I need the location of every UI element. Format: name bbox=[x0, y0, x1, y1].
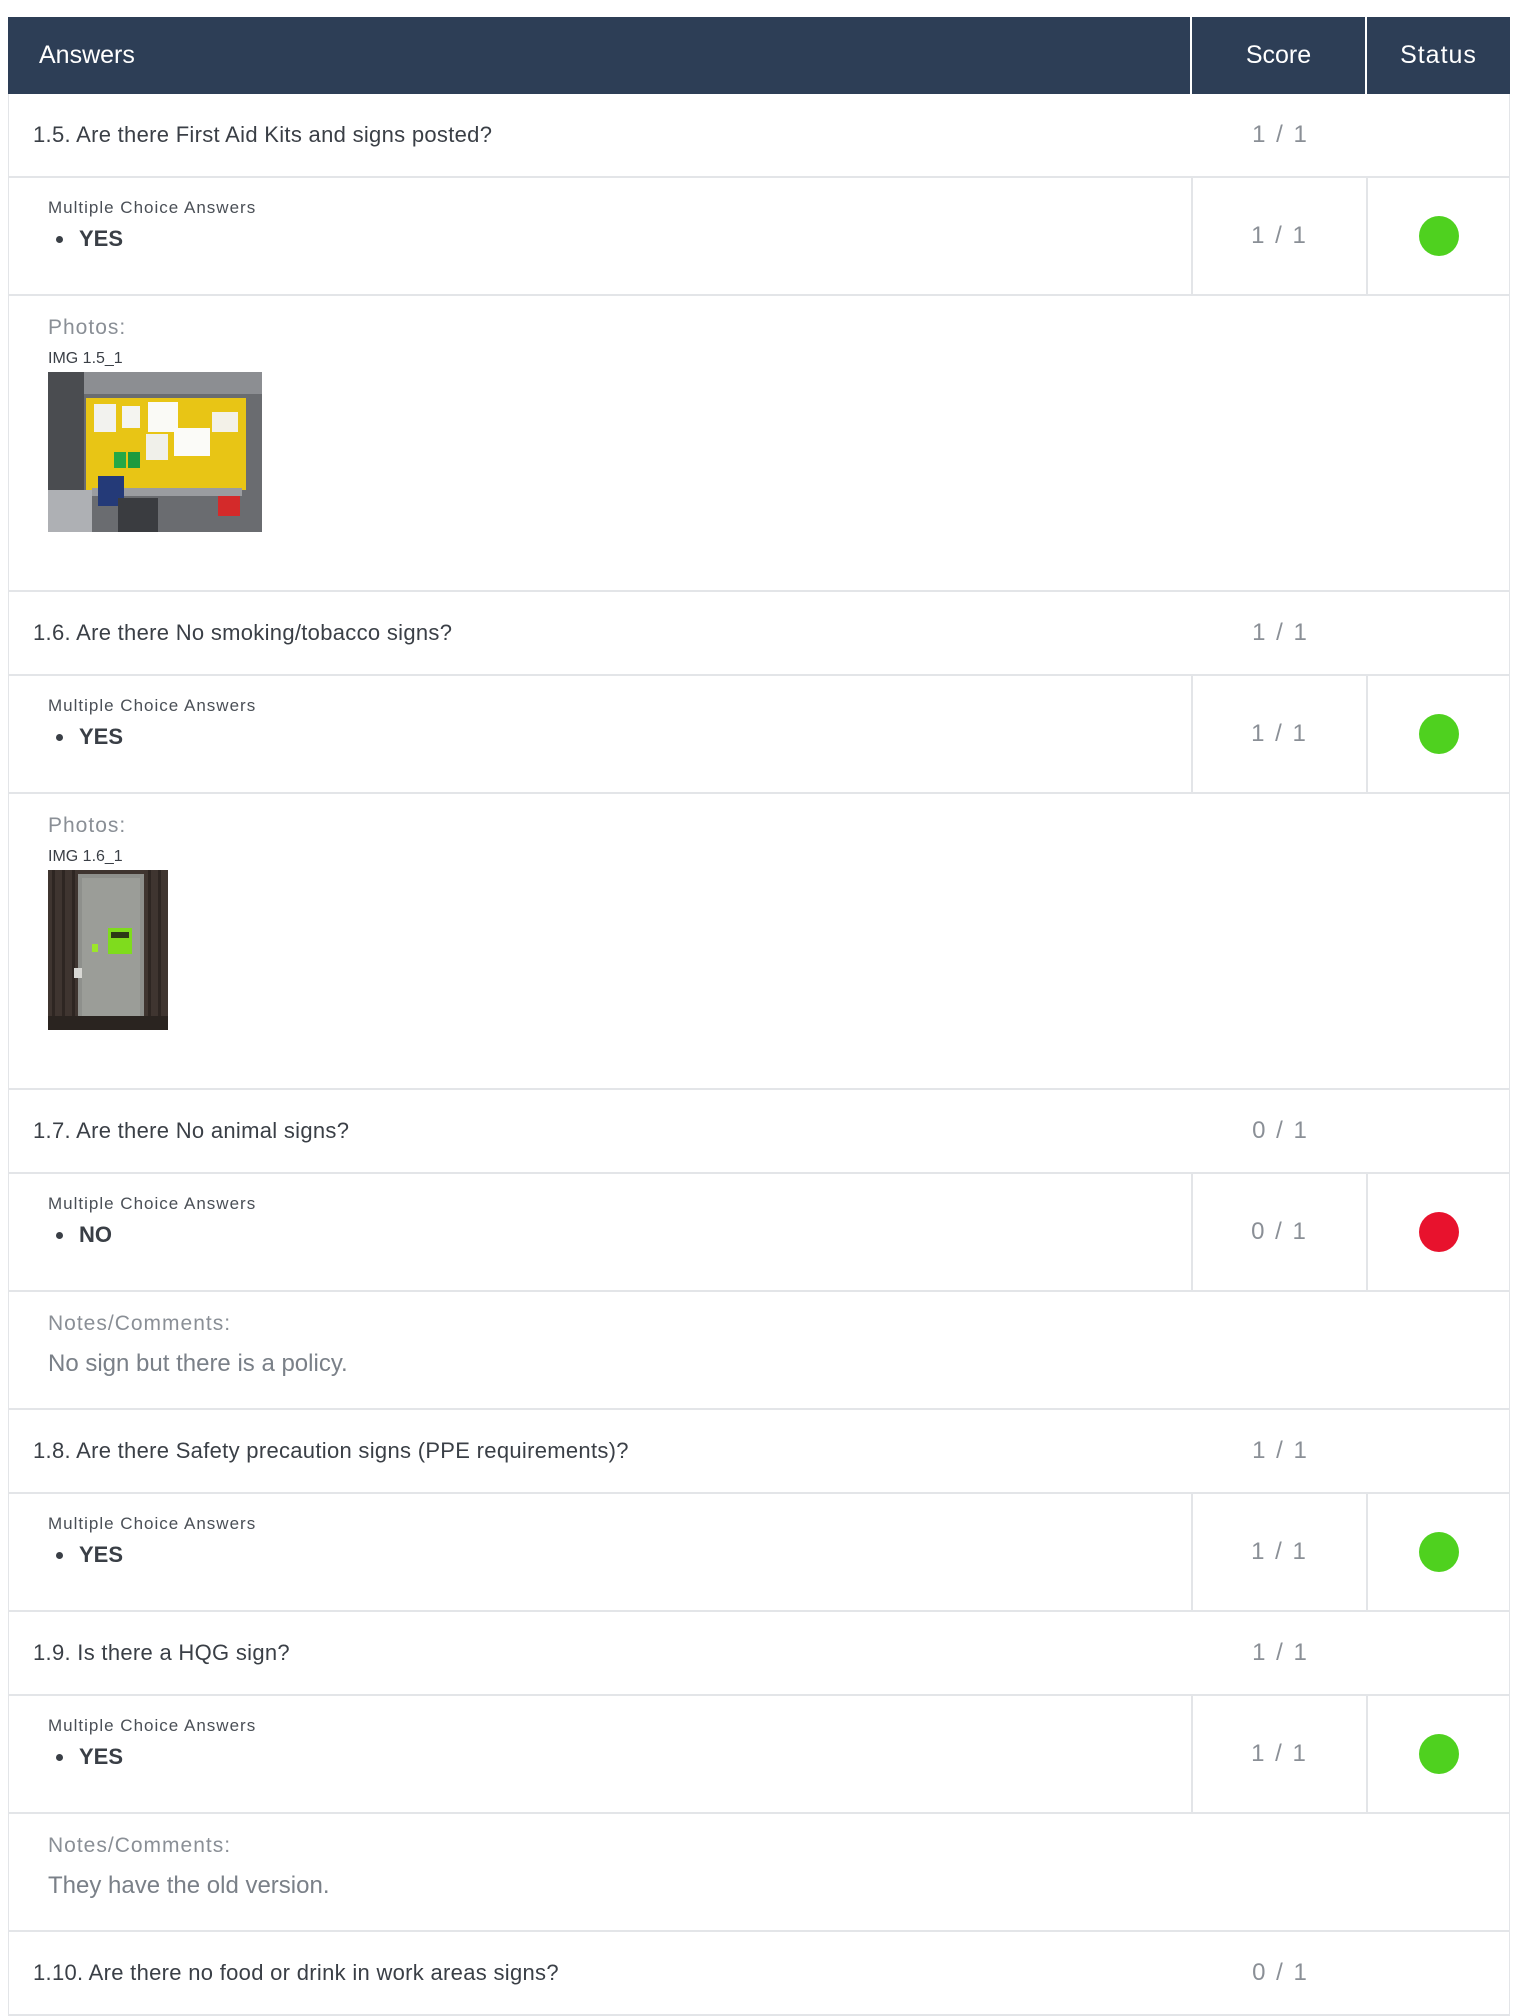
first-aid-board-photo[interactable] bbox=[48, 372, 262, 532]
answer-cell: Multiple Choice Answers YES bbox=[9, 1494, 1193, 1610]
question-score: 1 / 1 bbox=[1252, 1639, 1309, 1666]
question-row: 1.9. Is there a HQG sign? 1 / 1 bbox=[8, 1612, 1510, 1696]
question-score: 1 / 1 bbox=[1252, 121, 1309, 148]
question-row: 1.6. Are there No smoking/tobacco signs?… bbox=[8, 592, 1510, 676]
status-pass-icon bbox=[1418, 714, 1459, 754]
question-row: 1.10. Are there no food or drink in work… bbox=[8, 1932, 1510, 2016]
answer-value: YES bbox=[79, 1542, 124, 1567]
question-status-cell bbox=[1368, 1612, 1509, 1694]
status-column-header: Status bbox=[1400, 41, 1477, 69]
question-score: 1 / 1 bbox=[1252, 619, 1309, 646]
answer-row: Multiple Choice Answers YES 1 / 1 bbox=[8, 1494, 1510, 1612]
multiple-choice-label: Multiple Choice Answers bbox=[48, 1194, 257, 1213]
multiple-choice-label: Multiple Choice Answers bbox=[48, 198, 257, 217]
notes-section: Notes/Comments: They have the old versio… bbox=[8, 1814, 1510, 1932]
photos-label: Photos: bbox=[48, 814, 127, 837]
answer-status-cell bbox=[1368, 1494, 1509, 1610]
status-pass-icon bbox=[1418, 216, 1459, 256]
note-text: They have the old version. bbox=[48, 1872, 330, 1899]
photos-section: Photos: IMG 1.5_1 bbox=[8, 296, 1510, 592]
question-score: 1 / 1 bbox=[1252, 1437, 1309, 1464]
question-status-cell bbox=[1368, 1932, 1509, 2014]
status-pass-icon bbox=[1418, 1734, 1459, 1774]
answer-status-cell bbox=[1368, 178, 1509, 294]
question-score: 0 / 1 bbox=[1252, 1117, 1309, 1144]
question-status-cell bbox=[1368, 592, 1509, 674]
note-text: No sign but there is a policy. bbox=[48, 1350, 348, 1377]
bullet-icon bbox=[56, 733, 63, 741]
photos-label: Photos: bbox=[48, 316, 127, 339]
answer-value: YES bbox=[79, 226, 124, 251]
multiple-choice-label: Multiple Choice Answers bbox=[48, 696, 257, 715]
table-header: Answers Score Status bbox=[8, 17, 1510, 94]
multiple-choice-label: Multiple Choice Answers bbox=[48, 1514, 257, 1533]
question-text: 1.6. Are there No smoking/tobacco signs? bbox=[33, 620, 453, 645]
answer-score: 0 / 1 bbox=[1193, 1174, 1368, 1290]
bullet-icon bbox=[56, 235, 63, 243]
answer-choice: YES bbox=[48, 1744, 1191, 1770]
answer-cell: Multiple Choice Answers YES bbox=[9, 178, 1193, 294]
photo-caption: IMG 1.6_1 bbox=[48, 848, 123, 865]
score-column-header: Score bbox=[1192, 17, 1367, 94]
question-status-cell bbox=[1368, 1410, 1509, 1492]
answer-choice: NO bbox=[48, 1222, 1191, 1248]
answer-cell: Multiple Choice Answers NO bbox=[9, 1174, 1193, 1290]
question-text: 1.8. Are there Safety precaution signs (… bbox=[33, 1438, 629, 1463]
notes-section: Notes/Comments: No sign but there is a p… bbox=[8, 1292, 1510, 1410]
answer-score: 1 / 1 bbox=[1193, 1696, 1368, 1812]
answer-value: NO bbox=[79, 1222, 112, 1247]
photo-caption: IMG 1.5_1 bbox=[48, 350, 123, 367]
question-text: 1.9. Is there a HQG sign? bbox=[33, 1640, 290, 1665]
answer-row: Multiple Choice Answers YES 1 / 1 bbox=[8, 676, 1510, 794]
status-fail-icon bbox=[1418, 1212, 1459, 1252]
answer-cell: Multiple Choice Answers YES bbox=[9, 1696, 1193, 1812]
question-row: 1.8. Are there Safety precaution signs (… bbox=[8, 1410, 1510, 1494]
answer-value: YES bbox=[79, 1744, 124, 1769]
question-status-cell bbox=[1368, 94, 1509, 176]
question-row: 1.7. Are there No animal signs? 0 / 1 bbox=[8, 1090, 1510, 1174]
bullet-icon bbox=[56, 1551, 63, 1559]
question-text: 1.10. Are there no food or drink in work… bbox=[33, 1960, 559, 1985]
notes-label: Notes/Comments: bbox=[48, 1834, 232, 1857]
question-text: 1.5. Are there First Aid Kits and signs … bbox=[33, 122, 493, 147]
answer-value: YES bbox=[79, 724, 124, 749]
audit-answers-table: Answers Score Status 1.5. Are there Firs… bbox=[8, 17, 1510, 2016]
answer-choice: YES bbox=[48, 724, 1191, 750]
multiple-choice-label: Multiple Choice Answers bbox=[48, 1716, 257, 1735]
answer-score: 1 / 1 bbox=[1193, 676, 1368, 792]
answer-status-cell bbox=[1368, 676, 1509, 792]
photos-section: Photos: IMG 1.6_1 bbox=[8, 794, 1510, 1090]
no-smoking-door-photo[interactable] bbox=[48, 870, 168, 1030]
answer-row: Multiple Choice Answers YES 1 / 1 bbox=[8, 178, 1510, 296]
bullet-icon bbox=[56, 1753, 63, 1761]
answer-score: 1 / 1 bbox=[1193, 178, 1368, 294]
question-status-cell bbox=[1368, 1090, 1509, 1172]
answer-score: 1 / 1 bbox=[1193, 1494, 1368, 1610]
status-pass-icon bbox=[1418, 1532, 1459, 1572]
answer-status-cell bbox=[1368, 1696, 1509, 1812]
answers-column-header: Answers bbox=[8, 17, 1192, 94]
answer-choice: YES bbox=[48, 226, 1191, 252]
question-score: 0 / 1 bbox=[1252, 1959, 1309, 1986]
answer-row: Multiple Choice Answers NO 0 / 1 bbox=[8, 1174, 1510, 1292]
answer-status-cell bbox=[1368, 1174, 1509, 1290]
bullet-icon bbox=[56, 1231, 63, 1239]
answer-cell: Multiple Choice Answers YES bbox=[9, 676, 1193, 792]
answer-row: Multiple Choice Answers YES 1 / 1 bbox=[8, 1696, 1510, 1814]
question-text: 1.7. Are there No animal signs? bbox=[33, 1118, 350, 1143]
answer-choice: YES bbox=[48, 1542, 1191, 1568]
notes-label: Notes/Comments: bbox=[48, 1312, 232, 1335]
question-row: 1.5. Are there First Aid Kits and signs … bbox=[8, 94, 1510, 178]
